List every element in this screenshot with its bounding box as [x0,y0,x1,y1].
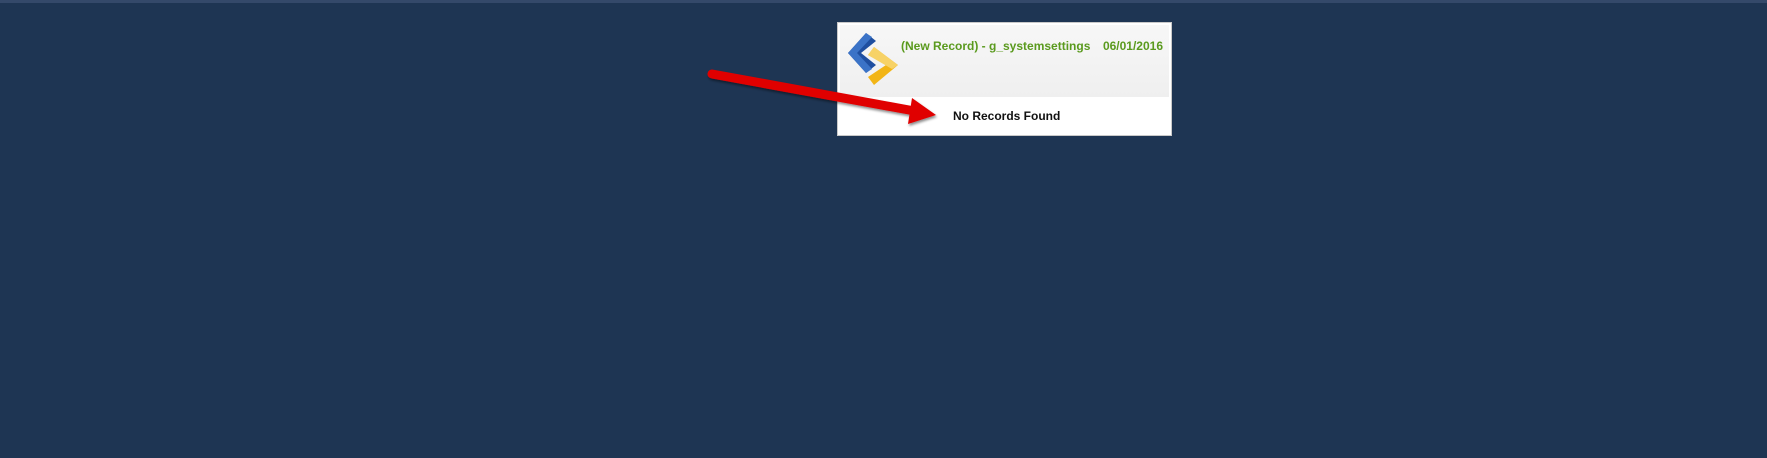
no-records-message: No Records Found [953,109,1061,123]
record-date: 06/01/2016 [1102,39,1163,53]
top-strip [0,0,1767,3]
record-title: (New Record) - g_systemsettings [901,39,1091,53]
red-arrow-icon [707,69,936,124]
